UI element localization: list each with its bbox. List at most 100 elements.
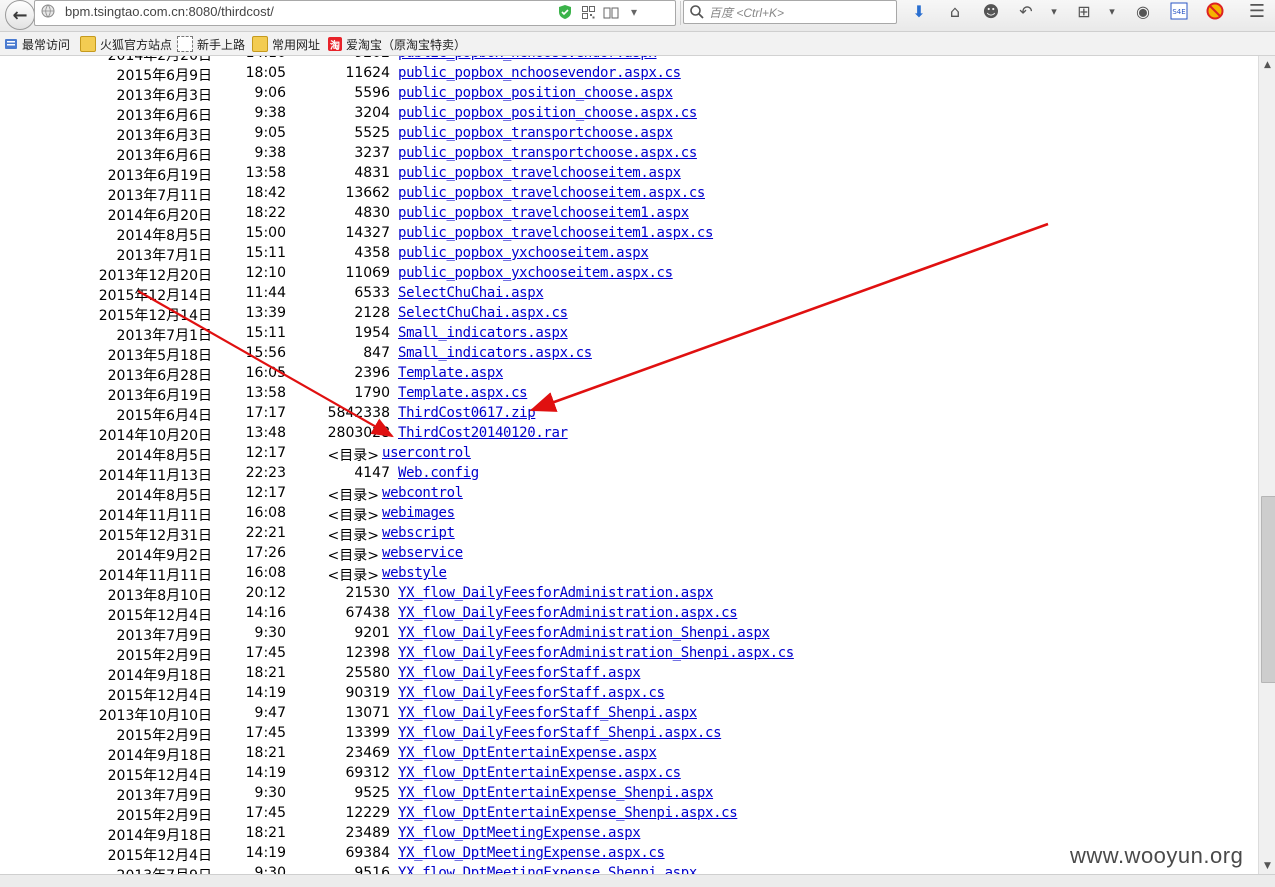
file-entry: 2015年2月9日 17:45 13399 YX_flow_DailyFeesforS… [0,723,1258,744]
chat-icon[interactable]: ☻ [980,0,1002,22]
file-link[interactable]: YX_flow_DptMeetingExpense.aspx [398,825,641,841]
file-link[interactable]: public_popbox_position_choose.aspx.cs [398,105,697,121]
file-link[interactable]: SelectChuChai.aspx.cs [398,305,568,321]
crop-dropdown-icon[interactable]: ▾ [1101,0,1123,22]
entry-time: 22:21 [245,525,286,541]
file-link[interactable]: public_popbox_transportchoose.aspx [398,125,673,141]
crop-icon[interactable]: ⊞ [1073,0,1095,22]
entry-time: 15:00 [245,225,286,241]
entry-size: 9202 [354,56,390,61]
entry-date: 2013年7月1日 [116,248,212,264]
home-icon[interactable]: ⌂ [944,0,966,22]
entry-size: 2396 [354,365,390,381]
file-link[interactable]: YX_flow_DailyFeesforStaff_Shenpi.aspx.cs [398,725,722,741]
url-text[interactable]: bpm.tsingtao.com.cn:8080/thirdcost/ [65,4,274,19]
directory-link[interactable]: webstyle [382,565,447,581]
file-link[interactable]: SelectChuChai.aspx [398,285,544,301]
file-link[interactable]: YX_flow_DailyFeesforStaff.aspx [398,665,641,681]
entry-size: 5596 [354,85,390,101]
vertical-scrollbar[interactable]: ▲ ▼ [1258,56,1275,874]
entry-date: 2014年11月11日 [98,508,212,524]
file-link[interactable]: YX_flow_DailyFeesforAdministration.aspx [398,585,713,601]
file-link[interactable]: YX_flow_DptEntertainExpense.aspx.cs [398,765,681,781]
file-link[interactable]: public_popbox_travelchooseitem.aspx [398,165,681,181]
menu-icon[interactable]: ☰ [1246,0,1268,22]
file-link[interactable]: Template.aspx [398,365,503,381]
file-link[interactable]: Small_indicators.aspx [398,325,568,341]
file-link[interactable]: public_popbox_transportchoose.aspx.cs [398,145,697,161]
entry-size: 12398 [345,645,390,661]
qr-code-icon[interactable] [580,4,596,20]
file-link[interactable]: public_popbox_travelchooseitem1.aspx [398,205,689,221]
directory-link[interactable]: webservice [382,545,463,561]
file-link[interactable]: YX_flow_DailyFeesforAdministration_Shenp… [398,645,794,661]
search-placeholder[interactable]: 百度 <Ctrl+K> [709,4,784,21]
search-bar[interactable]: 百度 <Ctrl+K> [683,0,897,24]
file-link[interactable]: public_popbox_travelchooseitem.aspx.cs [398,185,705,201]
bookmark-firefox-official[interactable]: 火狐官方站点 [80,35,172,53]
file-entry: 2013年12月20日 12:10 11069 public_popbox_yxcho… [0,263,1258,284]
bookmark-most-visited[interactable]: 最常访问 [4,35,70,53]
entry-time: 13:48 [245,425,286,441]
no-sign-icon[interactable] [1204,0,1226,22]
file-entry: 2015年12月14日 11:44 6533 SelectChuChai.aspx [0,283,1258,304]
file-link[interactable]: YX_flow_DptMeetingExpense.aspx.cs [398,845,665,861]
scrollbar-thumb[interactable] [1261,496,1275,683]
entry-time: 9:38 [254,145,286,161]
file-link[interactable]: Web.config [398,465,479,481]
file-link[interactable]: public_popbox_nchoosevendor.aspx.cs [398,65,681,81]
file-link[interactable]: ThirdCost0617.zip [398,405,536,421]
bookmark-s4e-icon[interactable]: S4E [1168,0,1190,22]
file-link[interactable]: public_popbox_nchoosevendor.aspx [398,56,657,61]
reader-view-icon[interactable] [603,4,619,20]
file-link[interactable]: YX_flow_DailyFeesforAdministration_Shenp… [398,625,770,641]
url-bar[interactable]: bpm.tsingtao.com.cn:8080/thirdcost/ ▾ ↻ [34,0,702,26]
file-entry: 2014年8月5日 15:00 14327 public_popbox_travelc… [0,223,1258,244]
file-link[interactable]: YX_flow_DptEntertainExpense_Shenpi.aspx.… [398,805,738,821]
undo-dropdown-icon[interactable]: ▾ [1043,0,1065,22]
entry-time: 15:11 [245,245,286,261]
bookmark-label: 新手上路 [197,37,246,52]
file-link[interactable]: Template.aspx.cs [398,385,528,401]
directory-link[interactable]: usercontrol [382,445,471,461]
bookmark-getting-started[interactable]: 新手上路 [177,35,245,53]
file-link[interactable]: YX_flow_DptEntertainExpense_Shenpi.aspx [398,785,713,801]
directory-entry: 2014年8月5日 12:17 <目录> webcontrol [0,483,1258,504]
file-link[interactable]: Small_indicators.aspx.cs [398,345,592,361]
download-icon[interactable]: ⬇ [908,0,930,22]
scroll-down-icon[interactable]: ▼ [1259,857,1275,874]
bookmark-taobao[interactable]: 淘 爱淘宝（原淘宝特卖） [328,35,466,53]
comment-icon[interactable]: ◉ [1132,0,1154,22]
entry-size: 9516 [354,865,390,874]
file-link[interactable]: public_popbox_position_choose.aspx [398,85,673,101]
entry-size: 90319 [345,685,390,701]
scroll-up-icon[interactable]: ▲ [1259,56,1275,73]
file-link[interactable]: YX_flow_DailyFeesforStaff_Shenpi.aspx [398,705,697,721]
file-link[interactable]: public_popbox_travelchooseitem1.aspx.cs [398,225,713,241]
file-entry: 2014年11月13日 22:23 4147 Web.config [0,463,1258,484]
directory-link[interactable]: webimages [382,505,455,521]
directory-link[interactable]: webscript [382,525,455,541]
file-link[interactable]: ThirdCost20140120.rar [398,425,568,441]
file-link[interactable]: YX_flow_DptMeetingExpense_Shenpi.aspx [398,865,697,874]
entry-time: 13:39 [245,305,286,321]
file-link[interactable]: YX_flow_DailyFeesforAdministration.aspx.… [398,605,738,621]
file-link[interactable]: YX_flow_DailyFeesforStaff.aspx.cs [398,685,665,701]
entry-date: 2013年6月19日 [107,388,212,404]
directory-link[interactable]: webcontrol [382,485,463,501]
back-arrow-icon[interactable]: ← [5,0,35,30]
file-link[interactable]: public_popbox_yxchooseitem.aspx.cs [398,265,673,281]
taobao-icon: 淘 [328,37,342,52]
file-link[interactable]: YX_flow_DptEntertainExpense.aspx [398,745,657,761]
entry-date: 2015年12月4日 [107,688,212,704]
entry-dir-tag: <目录> [327,568,379,584]
file-entry: 2013年6月6日 9:38 3237 public_popbox_transport… [0,143,1258,164]
undo-icon[interactable]: ↶ [1015,0,1037,22]
entry-time: 9:30 [254,785,286,801]
shield-check-icon[interactable] [557,4,573,20]
bookmark-common-sites[interactable]: 常用网址 [252,35,320,53]
file-link[interactable]: public_popbox_yxchooseitem.aspx [398,245,649,261]
dropdown-icon[interactable]: ▾ [626,4,642,20]
entry-size: 2803028 [327,425,390,441]
file-entry: 2015年6月9日 18:05 11624 public_popbox_nchoose… [0,63,1258,84]
